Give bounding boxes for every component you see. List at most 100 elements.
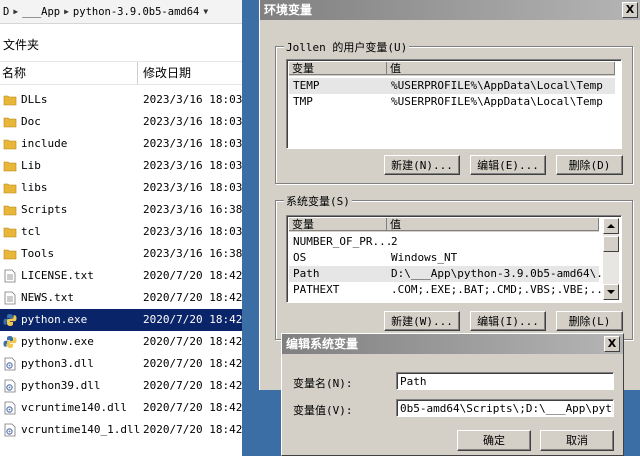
system-col-variable[interactable]: 变量	[289, 218, 387, 231]
file-row[interactable]: LICENSE.txt 2020/7/20 18:42	[0, 265, 242, 287]
dll-file-icon	[3, 423, 17, 437]
folder-icon	[3, 203, 17, 217]
file-row[interactable]: Scripts 2023/3/16 16:38	[0, 199, 242, 221]
file-explorer: D ▶ ___App ▶ python-3.9.0b5-amd64 ▼ 文件夹 …	[0, 0, 242, 456]
file-row[interactable]: Doc 2023/3/16 18:03	[0, 111, 242, 133]
system-new-button[interactable]: 新建(W)...	[384, 311, 460, 331]
system-edit-button[interactable]: 编辑(I)...	[470, 311, 546, 331]
ok-button[interactable]: 确定	[457, 430, 531, 451]
arrow-down-icon	[607, 290, 615, 294]
file-row[interactable]: pythonw.exe 2020/7/20 18:42	[0, 331, 242, 353]
dll-file-icon	[3, 401, 17, 415]
var-value-label: 变量值(V):	[293, 404, 353, 417]
system-variables-group: 系统变量(S) 变量 值 NUMBER_OF_PR... 2 OS Window…	[275, 193, 633, 340]
user-edit-button[interactable]: 编辑(E)...	[470, 155, 546, 175]
system-col-value[interactable]: 值	[387, 218, 599, 231]
var-name-label: 变量名(N):	[293, 377, 353, 390]
user-var-value: %USERPROFILE%\AppData\Local\Temp	[391, 95, 603, 108]
file-row[interactable]: Tools 2023/3/16 16:38	[0, 243, 242, 265]
column-divider[interactable]	[137, 62, 138, 84]
user-col-value[interactable]: 值	[387, 62, 615, 75]
system-list-scrollbar[interactable]	[603, 218, 619, 300]
system-variables-list[interactable]: 变量 值 NUMBER_OF_PR... 2 OS Windows_NT Pat…	[286, 215, 622, 303]
breadcrumb-python[interactable]: python-3.9.0b5-amd64	[73, 6, 199, 18]
file-date: 2020/7/20 18:42	[143, 357, 242, 370]
file-date: 2020/7/20 18:42	[143, 291, 242, 304]
system-var-value: .COM;.EXE;.BAT;.CMD;.VBS;.VBE;....	[391, 283, 617, 296]
user-var-value: %USERPROFILE%\AppData\Local\Temp	[391, 79, 603, 92]
user-var-row[interactable]: TMP %USERPROFILE%\AppData\Local\Temp	[289, 94, 615, 110]
file-row[interactable]: python39.dll 2020/7/20 18:42	[0, 375, 242, 397]
chevron-right-icon[interactable]: ▶	[64, 7, 69, 16]
file-name: LICENSE.txt	[21, 269, 94, 282]
file-list: DLLs 2023/3/16 18:03 Doc 2023/3/16 18:03 inc…	[0, 89, 242, 441]
file-date: 2023/3/16 18:03	[143, 93, 242, 106]
dll-file-icon	[3, 357, 17, 371]
folder-icon	[3, 225, 17, 239]
folder-icon	[3, 181, 17, 195]
user-var-name: TMP	[293, 95, 313, 108]
user-var-name: TEMP	[293, 79, 320, 92]
system-var-row[interactable]: Path D:\___App\python-3.9.0b5-amd64\...	[289, 266, 616, 282]
file-row[interactable]: DLLs 2023/3/16 18:03	[0, 89, 242, 111]
var-value-field[interactable]: 0b5-amd64\Scripts\;D:\___App\python	[396, 399, 614, 417]
scroll-thumb[interactable]	[603, 236, 619, 252]
close-icon[interactable]: X	[622, 2, 638, 18]
cancel-button[interactable]: 取消	[540, 430, 614, 451]
scroll-down-button[interactable]	[603, 284, 619, 300]
var-name-field[interactable]: Path	[396, 372, 614, 390]
column-headers: 名称 修改日期	[0, 61, 242, 85]
user-variables-group: Jollen 的用户变量(U) 变量 值 TEMP %USERPROFILE%\…	[275, 39, 633, 184]
file-name: Doc	[21, 115, 41, 128]
user-variables-list[interactable]: 变量 值 TEMP %USERPROFILE%\AppData\Local\Te…	[286, 59, 622, 149]
file-name: python.exe	[21, 313, 88, 326]
breadcrumb: D ▶ ___App ▶ python-3.9.0b5-amd64 ▼	[0, 0, 242, 24]
user-col-variable[interactable]: 变量	[289, 62, 387, 75]
user-var-row[interactable]: TEMP %USERPROFILE%\AppData\Local\Temp	[289, 78, 615, 94]
user-delete-button[interactable]: 删除(D)	[556, 155, 623, 175]
column-header-name[interactable]: 名称	[2, 62, 26, 84]
system-var-value: Windows_NT	[391, 251, 458, 264]
chevron-right-icon[interactable]: ▶	[13, 7, 18, 16]
system-var-row[interactable]: OS Windows_NT	[289, 250, 599, 266]
chevron-down-icon[interactable]: ▼	[203, 7, 208, 16]
user-new-button[interactable]: 新建(N)...	[384, 155, 460, 175]
breadcrumb-drive[interactable]: D	[3, 6, 9, 18]
file-name: NEWS.txt	[21, 291, 74, 304]
system-delete-button[interactable]: 删除(L)	[556, 311, 623, 331]
python-icon	[3, 313, 17, 327]
system-var-value: 2	[391, 235, 398, 248]
file-row[interactable]: vcruntime140.dll 2020/7/20 18:42	[0, 397, 242, 419]
scroll-up-button[interactable]	[603, 218, 619, 234]
file-date: 2023/3/16 18:03	[143, 225, 242, 238]
file-name: python39.dll	[21, 379, 101, 392]
file-date: 2020/7/20 18:42	[143, 313, 242, 326]
file-row[interactable]: libs 2023/3/16 18:03	[0, 177, 242, 199]
file-row[interactable]: vcruntime140_1.dll 2020/7/20 18:42	[0, 419, 242, 441]
file-name: include	[21, 137, 68, 150]
system-var-row[interactable]: PATHEXT .COM;.EXE;.BAT;.CMD;.VBS;.VBE;..…	[289, 282, 616, 298]
file-date: 2023/3/16 18:03	[143, 159, 242, 172]
file-row[interactable]: NEWS.txt 2020/7/20 18:42	[0, 287, 242, 309]
edit-dialog-title: 编辑系统变量	[286, 337, 359, 351]
file-row[interactable]: Lib 2023/3/16 18:03	[0, 155, 242, 177]
file-date: 2023/3/16 16:38	[143, 203, 242, 216]
folder-icon	[3, 93, 17, 107]
file-date: 2023/3/16 18:03	[143, 181, 242, 194]
column-header-date[interactable]: 修改日期	[143, 62, 191, 84]
file-row[interactable]: python.exe 2020/7/20 18:42	[0, 309, 242, 331]
edit-dialog-titlebar[interactable]: 编辑系统变量 X	[282, 334, 623, 354]
folder-icon	[3, 247, 17, 261]
close-icon[interactable]: X	[604, 336, 620, 352]
system-var-row[interactable]: NUMBER_OF_PR... 2	[289, 234, 599, 250]
python-icon	[3, 335, 17, 349]
file-row[interactable]: tcl 2023/3/16 18:03	[0, 221, 242, 243]
breadcrumb-app[interactable]: ___App	[22, 6, 60, 18]
file-name: DLLs	[21, 93, 48, 106]
file-date: 2020/7/20 18:42	[143, 379, 242, 392]
env-dialog-titlebar[interactable]: 环境变量 X	[260, 0, 640, 20]
file-name: pythonw.exe	[21, 335, 94, 348]
env-dialog-title: 环境变量	[264, 3, 313, 17]
file-row[interactable]: python3.dll 2020/7/20 18:42	[0, 353, 242, 375]
file-row[interactable]: include 2023/3/16 18:03	[0, 133, 242, 155]
